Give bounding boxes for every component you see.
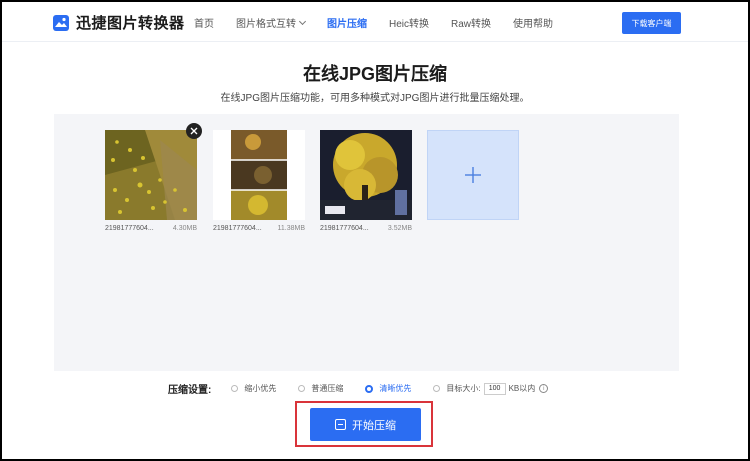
- upload-panel[interactable]: 21981777604... 4.30MB 21981777604... 11.…: [54, 114, 679, 371]
- nav-format-convert-label: 图片格式互转: [236, 19, 296, 30]
- option-label: 目标大小:: [446, 384, 481, 393]
- file-card[interactable]: 21981777604... 11.38MB: [213, 130, 305, 232]
- radio-button-selected[interactable]: [365, 384, 374, 393]
- target-size-input[interactable]: [483, 382, 506, 395]
- radio-button[interactable]: [231, 385, 239, 392]
- nav-help-label: 使用帮助: [513, 19, 554, 30]
- target-size-unit: KB以内: [508, 384, 536, 393]
- nav-raw-convert-label: Raw转换: [451, 19, 492, 30]
- file-name: 21981777604...: [213, 225, 262, 232]
- close-icon: [190, 127, 198, 135]
- nav-image-compress-label: 图片压缩: [327, 19, 367, 30]
- nav-format-convert[interactable]: 图片格式互转: [236, 15, 307, 30]
- file-card[interactable]: 21981777604... 4.30MB: [105, 130, 197, 232]
- option-label: 普通压缩: [311, 384, 344, 393]
- download-client-button[interactable]: 下载客户端: [622, 12, 681, 34]
- option-label: 缩小优先: [244, 384, 277, 393]
- nav-heic-convert[interactable]: Heic转换: [389, 15, 429, 30]
- file-card[interactable]: 21981777604... 3.52MB: [320, 130, 412, 232]
- file-thumbnail: [213, 130, 305, 220]
- add-file-button[interactable]: [427, 130, 519, 220]
- info-icon[interactable]: i: [539, 384, 549, 393]
- option-shrink-priority[interactable]: 缩小优先: [231, 383, 276, 394]
- nav-raw-convert[interactable]: Raw转换: [451, 15, 491, 30]
- nav-heic-convert-label: Heic转换: [389, 19, 430, 30]
- compress-icon: [335, 419, 346, 430]
- plus-icon: [465, 167, 481, 183]
- file-thumbnail: [320, 130, 412, 220]
- nav-image-compress[interactable]: 图片压缩: [327, 15, 367, 30]
- nav-help[interactable]: 使用帮助: [513, 15, 553, 30]
- file-size: 4.30MB: [172, 225, 197, 232]
- option-clarity-priority[interactable]: 清晰优先: [365, 383, 411, 394]
- logo[interactable]: 迅捷图片转换器: [52, 12, 185, 33]
- page-title: 在线JPG图片压缩: [302, 64, 448, 84]
- remove-file-button[interactable]: [186, 123, 202, 139]
- page-subtitle: 在线JPG图片压缩功能，可用多种模式对JPG图片进行批量压缩处理。: [220, 93, 530, 104]
- top-header: 迅捷图片转换器 首页 图片格式互转 图片压缩 Heic转换 Raw转换 使用帮助…: [2, 2, 748, 42]
- option-normal-compress[interactable]: 普通压缩: [298, 383, 343, 394]
- file-name: 21981777604...: [105, 225, 154, 232]
- radio-button[interactable]: [298, 385, 306, 392]
- nav-home[interactable]: 首页: [194, 15, 214, 30]
- file-size: 11.38MB: [277, 225, 306, 232]
- start-compress-label: 开始压缩: [352, 419, 396, 432]
- chevron-down-icon: [298, 17, 307, 25]
- start-compress-button[interactable]: 开始压缩: [310, 408, 421, 441]
- compress-settings: 压缩设置: 缩小优先 普通压缩 清晰优先 目标大小: KB以内 i: [168, 381, 549, 396]
- option-target-size[interactable]: 目标大小: KB以内 i: [433, 382, 549, 395]
- option-label: 清晰优先: [379, 384, 412, 393]
- settings-label: 压缩设置:: [168, 385, 212, 396]
- main-nav: 首页 图片格式互转 图片压缩 Heic转换 Raw转换 使用帮助: [194, 15, 575, 30]
- file-size: 3.52MB: [387, 225, 412, 232]
- nav-home-label: 首页: [194, 19, 214, 30]
- logo-text: 迅捷图片转换器: [76, 15, 185, 32]
- file-name: 21981777604...: [320, 225, 369, 232]
- logo-icon: [53, 14, 69, 31]
- file-thumbnail: [105, 130, 197, 220]
- radio-button[interactable]: [433, 385, 441, 392]
